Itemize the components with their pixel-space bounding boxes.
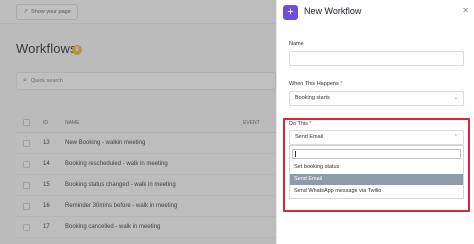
name-input[interactable] bbox=[289, 51, 464, 66]
modal-backdrop[interactable] bbox=[0, 0, 276, 244]
required-mark: * bbox=[340, 81, 343, 87]
when-select[interactable]: Booking starts ⌄ bbox=[289, 91, 464, 106]
when-label-text: When This Happens bbox=[289, 81, 339, 87]
highlight-box bbox=[283, 118, 470, 212]
when-select-value: Booking starts bbox=[295, 95, 330, 101]
chevron-down-icon: ⌄ bbox=[453, 95, 458, 101]
when-label: When This Happens * bbox=[289, 81, 342, 87]
plus-icon: + bbox=[283, 5, 298, 20]
name-label: Name bbox=[289, 41, 304, 47]
new-workflow-drawer: + New Workflow ✕ Name When This Happens … bbox=[276, 0, 474, 244]
drawer-title: New Workflow bbox=[304, 6, 362, 16]
close-icon[interactable]: ✕ bbox=[462, 6, 469, 15]
drawer-header: + New Workflow ✕ bbox=[277, 0, 474, 26]
